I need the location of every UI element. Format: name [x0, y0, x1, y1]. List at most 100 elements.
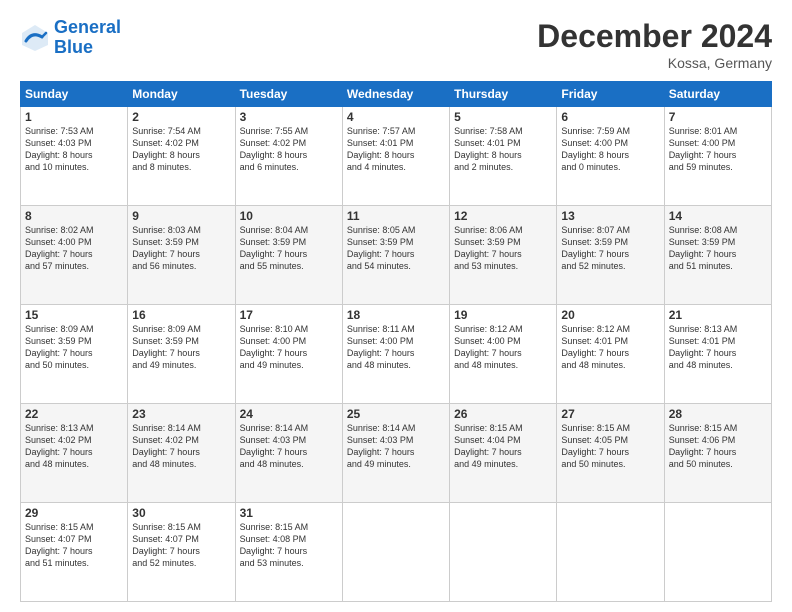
day-info: Sunrise: 8:03 AM Sunset: 3:59 PM Dayligh…	[132, 224, 230, 273]
calendar-cell	[342, 503, 449, 602]
day-number: 10	[240, 209, 338, 223]
calendar-cell: 26Sunrise: 8:15 AM Sunset: 4:04 PM Dayli…	[450, 404, 557, 503]
location: Kossa, Germany	[537, 55, 772, 71]
day-info: Sunrise: 8:07 AM Sunset: 3:59 PM Dayligh…	[561, 224, 659, 273]
day-number: 22	[25, 407, 123, 421]
day-info: Sunrise: 7:54 AM Sunset: 4:02 PM Dayligh…	[132, 125, 230, 174]
calendar-cell: 27Sunrise: 8:15 AM Sunset: 4:05 PM Dayli…	[557, 404, 664, 503]
day-number: 25	[347, 407, 445, 421]
day-number: 28	[669, 407, 767, 421]
day-number: 26	[454, 407, 552, 421]
logo: General Blue	[20, 18, 121, 58]
day-number: 24	[240, 407, 338, 421]
day-number: 13	[561, 209, 659, 223]
calendar-body: 1Sunrise: 7:53 AM Sunset: 4:03 PM Daylig…	[21, 107, 772, 602]
calendar-cell: 14Sunrise: 8:08 AM Sunset: 3:59 PM Dayli…	[664, 206, 771, 305]
day-number: 5	[454, 110, 552, 124]
calendar-cell: 16Sunrise: 8:09 AM Sunset: 3:59 PM Dayli…	[128, 305, 235, 404]
weekday-header-monday: Monday	[128, 82, 235, 107]
calendar-cell: 6Sunrise: 7:59 AM Sunset: 4:00 PM Daylig…	[557, 107, 664, 206]
day-number: 29	[25, 506, 123, 520]
day-info: Sunrise: 7:58 AM Sunset: 4:01 PM Dayligh…	[454, 125, 552, 174]
day-info: Sunrise: 7:59 AM Sunset: 4:00 PM Dayligh…	[561, 125, 659, 174]
weekday-header-thursday: Thursday	[450, 82, 557, 107]
day-info: Sunrise: 8:01 AM Sunset: 4:00 PM Dayligh…	[669, 125, 767, 174]
calendar-cell: 1Sunrise: 7:53 AM Sunset: 4:03 PM Daylig…	[21, 107, 128, 206]
calendar-cell: 15Sunrise: 8:09 AM Sunset: 3:59 PM Dayli…	[21, 305, 128, 404]
day-number: 12	[454, 209, 552, 223]
day-number: 1	[25, 110, 123, 124]
day-number: 16	[132, 308, 230, 322]
weekday-header-sunday: Sunday	[21, 82, 128, 107]
week-row-3: 15Sunrise: 8:09 AM Sunset: 3:59 PM Dayli…	[21, 305, 772, 404]
logo-text: General Blue	[54, 18, 121, 58]
day-number: 14	[669, 209, 767, 223]
day-info: Sunrise: 8:04 AM Sunset: 3:59 PM Dayligh…	[240, 224, 338, 273]
calendar-header: SundayMondayTuesdayWednesdayThursdayFrid…	[21, 82, 772, 107]
calendar-cell: 25Sunrise: 8:14 AM Sunset: 4:03 PM Dayli…	[342, 404, 449, 503]
day-number: 4	[347, 110, 445, 124]
day-number: 6	[561, 110, 659, 124]
calendar-cell: 2Sunrise: 7:54 AM Sunset: 4:02 PM Daylig…	[128, 107, 235, 206]
logo-line1: General	[54, 17, 121, 37]
calendar-cell: 11Sunrise: 8:05 AM Sunset: 3:59 PM Dayli…	[342, 206, 449, 305]
page: General Blue December 2024 Kossa, German…	[0, 0, 792, 612]
day-number: 23	[132, 407, 230, 421]
day-info: Sunrise: 8:13 AM Sunset: 4:02 PM Dayligh…	[25, 422, 123, 471]
calendar-cell: 22Sunrise: 8:13 AM Sunset: 4:02 PM Dayli…	[21, 404, 128, 503]
day-info: Sunrise: 8:05 AM Sunset: 3:59 PM Dayligh…	[347, 224, 445, 273]
weekday-header-wednesday: Wednesday	[342, 82, 449, 107]
weekday-header-friday: Friday	[557, 82, 664, 107]
day-info: Sunrise: 8:11 AM Sunset: 4:00 PM Dayligh…	[347, 323, 445, 372]
day-info: Sunrise: 8:08 AM Sunset: 3:59 PM Dayligh…	[669, 224, 767, 273]
day-info: Sunrise: 8:14 AM Sunset: 4:02 PM Dayligh…	[132, 422, 230, 471]
calendar-cell: 13Sunrise: 8:07 AM Sunset: 3:59 PM Dayli…	[557, 206, 664, 305]
calendar-cell: 3Sunrise: 7:55 AM Sunset: 4:02 PM Daylig…	[235, 107, 342, 206]
day-info: Sunrise: 8:09 AM Sunset: 3:59 PM Dayligh…	[25, 323, 123, 372]
calendar-cell: 8Sunrise: 8:02 AM Sunset: 4:00 PM Daylig…	[21, 206, 128, 305]
day-info: Sunrise: 7:57 AM Sunset: 4:01 PM Dayligh…	[347, 125, 445, 174]
day-number: 15	[25, 308, 123, 322]
title-area: December 2024 Kossa, Germany	[537, 18, 772, 71]
weekday-header-saturday: Saturday	[664, 82, 771, 107]
calendar-cell: 30Sunrise: 8:15 AM Sunset: 4:07 PM Dayli…	[128, 503, 235, 602]
day-info: Sunrise: 7:53 AM Sunset: 4:03 PM Dayligh…	[25, 125, 123, 174]
day-number: 3	[240, 110, 338, 124]
day-info: Sunrise: 8:09 AM Sunset: 3:59 PM Dayligh…	[132, 323, 230, 372]
weekday-header-tuesday: Tuesday	[235, 82, 342, 107]
weekday-row: SundayMondayTuesdayWednesdayThursdayFrid…	[21, 82, 772, 107]
day-number: 8	[25, 209, 123, 223]
month-title: December 2024	[537, 18, 772, 55]
calendar-cell: 9Sunrise: 8:03 AM Sunset: 3:59 PM Daylig…	[128, 206, 235, 305]
day-info: Sunrise: 8:12 AM Sunset: 4:01 PM Dayligh…	[561, 323, 659, 372]
calendar-cell	[450, 503, 557, 602]
day-number: 31	[240, 506, 338, 520]
logo-icon	[20, 23, 50, 53]
day-info: Sunrise: 8:12 AM Sunset: 4:00 PM Dayligh…	[454, 323, 552, 372]
day-number: 21	[669, 308, 767, 322]
calendar-cell: 7Sunrise: 8:01 AM Sunset: 4:00 PM Daylig…	[664, 107, 771, 206]
day-info: Sunrise: 8:15 AM Sunset: 4:07 PM Dayligh…	[25, 521, 123, 570]
calendar-cell: 31Sunrise: 8:15 AM Sunset: 4:08 PM Dayli…	[235, 503, 342, 602]
calendar-cell: 23Sunrise: 8:14 AM Sunset: 4:02 PM Dayli…	[128, 404, 235, 503]
day-number: 7	[669, 110, 767, 124]
day-info: Sunrise: 8:15 AM Sunset: 4:08 PM Dayligh…	[240, 521, 338, 570]
calendar-cell: 18Sunrise: 8:11 AM Sunset: 4:00 PM Dayli…	[342, 305, 449, 404]
week-row-1: 1Sunrise: 7:53 AM Sunset: 4:03 PM Daylig…	[21, 107, 772, 206]
week-row-5: 29Sunrise: 8:15 AM Sunset: 4:07 PM Dayli…	[21, 503, 772, 602]
day-info: Sunrise: 8:14 AM Sunset: 4:03 PM Dayligh…	[240, 422, 338, 471]
day-number: 9	[132, 209, 230, 223]
calendar-cell: 29Sunrise: 8:15 AM Sunset: 4:07 PM Dayli…	[21, 503, 128, 602]
day-number: 20	[561, 308, 659, 322]
calendar-cell: 19Sunrise: 8:12 AM Sunset: 4:00 PM Dayli…	[450, 305, 557, 404]
calendar-cell: 10Sunrise: 8:04 AM Sunset: 3:59 PM Dayli…	[235, 206, 342, 305]
calendar-cell	[664, 503, 771, 602]
day-number: 18	[347, 308, 445, 322]
week-row-4: 22Sunrise: 8:13 AM Sunset: 4:02 PM Dayli…	[21, 404, 772, 503]
day-info: Sunrise: 7:55 AM Sunset: 4:02 PM Dayligh…	[240, 125, 338, 174]
calendar-cell: 12Sunrise: 8:06 AM Sunset: 3:59 PM Dayli…	[450, 206, 557, 305]
day-info: Sunrise: 8:02 AM Sunset: 4:00 PM Dayligh…	[25, 224, 123, 273]
calendar-cell: 5Sunrise: 7:58 AM Sunset: 4:01 PM Daylig…	[450, 107, 557, 206]
week-row-2: 8Sunrise: 8:02 AM Sunset: 4:00 PM Daylig…	[21, 206, 772, 305]
day-number: 27	[561, 407, 659, 421]
